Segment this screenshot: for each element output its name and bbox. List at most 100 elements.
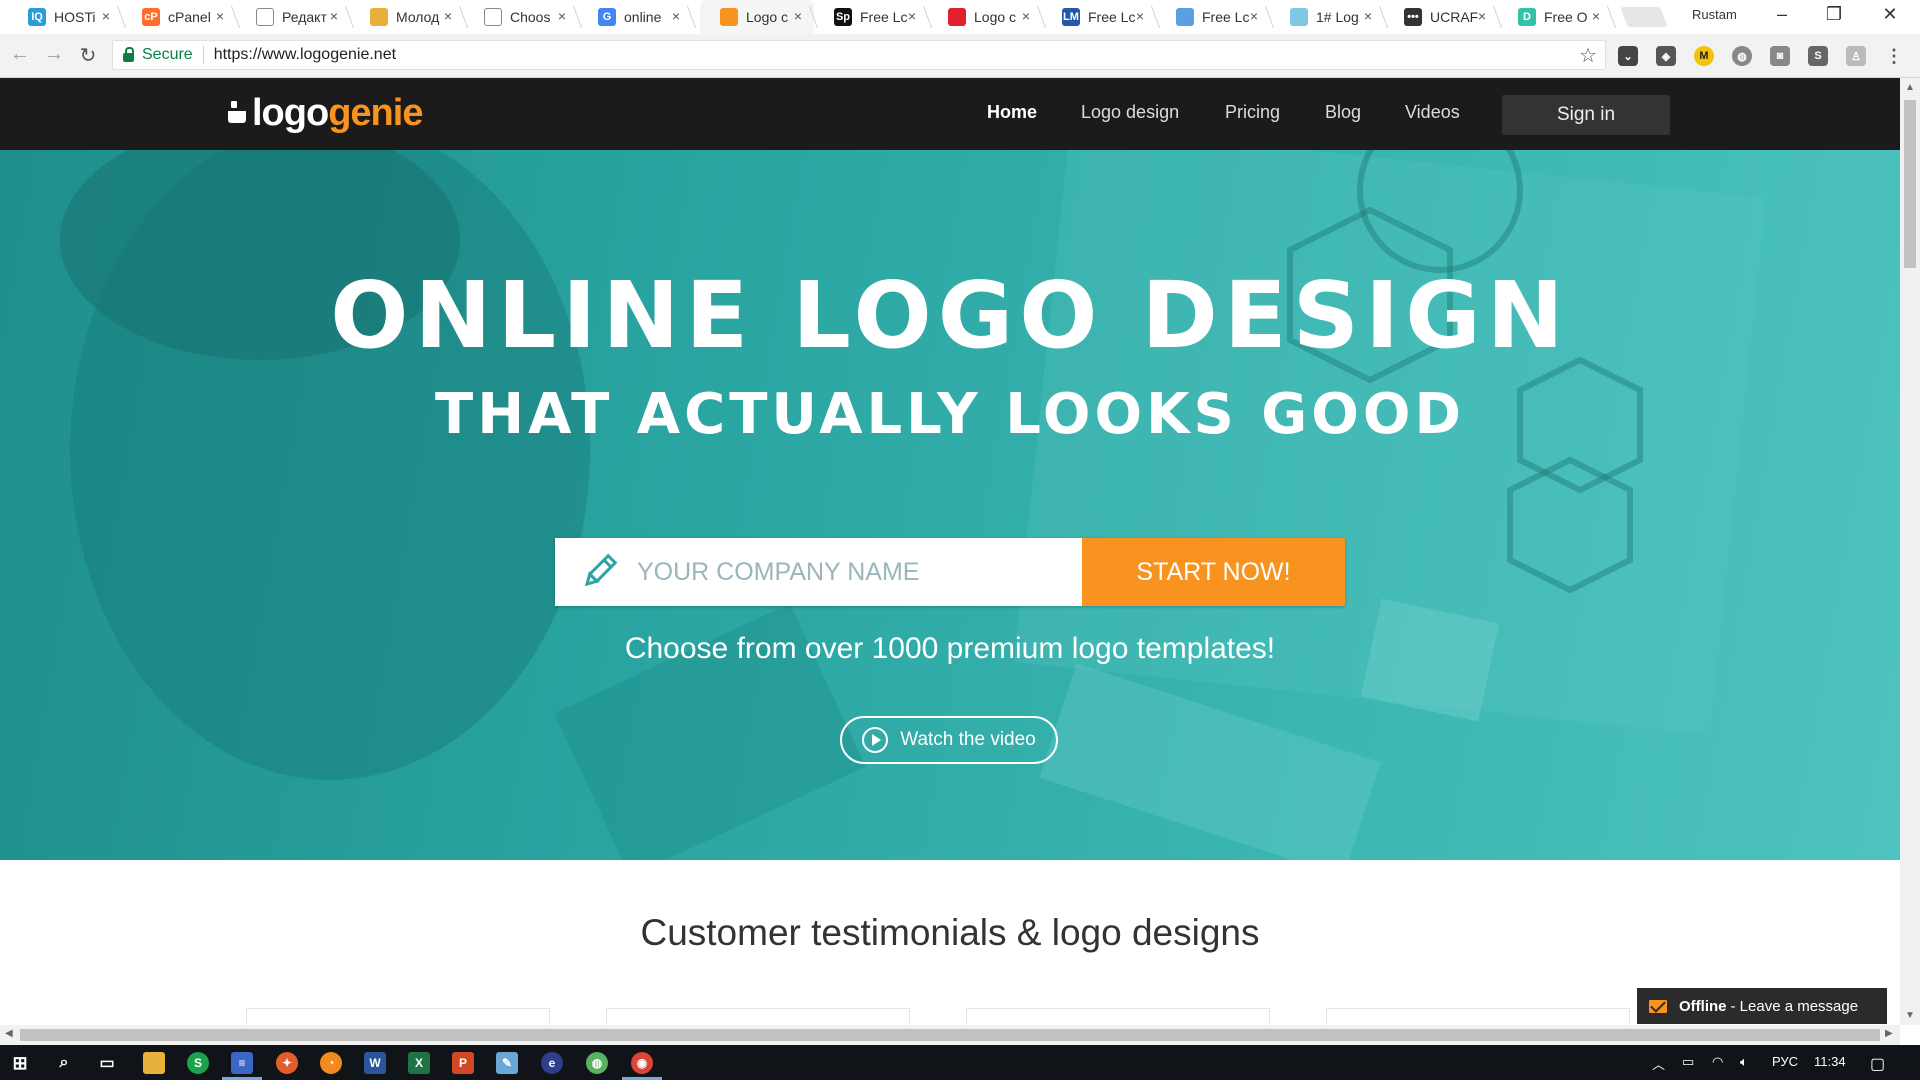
testimonial-card[interactable] <box>246 1008 550 1025</box>
task-view-icon[interactable]: ▭ <box>96 1052 118 1074</box>
tab-favicon-icon <box>484 8 502 26</box>
scroll-right-arrow-icon[interactable]: ▶ <box>1885 1028 1893 1039</box>
clock[interactable]: 11:34 <box>1814 1054 1846 1069</box>
browser-tab[interactable]: Gonline × <box>578 0 697 34</box>
notepad-app-icon[interactable]: ≡ <box>231 1052 253 1074</box>
battery-icon[interactable]: ▭ <box>1682 1054 1694 1070</box>
watch-video-button[interactable]: Watch the video <box>840 716 1058 764</box>
menu-kebab-icon[interactable]: ⋮ <box>1884 46 1904 66</box>
site-logo[interactable]: logo genie <box>228 92 423 135</box>
orange-app-icon[interactable]: ◔ <box>320 1052 342 1074</box>
pocket-extension-icon[interactable]: ⌄ <box>1618 46 1638 66</box>
browser-tab[interactable]: Редакт × <box>236 0 355 34</box>
volume-icon[interactable]: 🔈︎ <box>1740 1054 1748 1070</box>
e-app-icon[interactable]: e <box>541 1052 563 1074</box>
browser-tab[interactable]: 1# Log × <box>1270 0 1389 34</box>
company-name-form: START NOW! <box>555 538 1345 606</box>
offline-chat-widget[interactable]: Offline - Leave a message <box>1637 988 1887 1024</box>
bookmark-star-icon[interactable]: ☆ <box>1579 43 1597 68</box>
play-icon <box>862 727 889 753</box>
minimize-button[interactable]: – <box>1770 4 1794 25</box>
forward-button[interactable]: → <box>42 43 66 66</box>
testimonial-card[interactable] <box>606 1008 910 1025</box>
nav-logo-design[interactable]: Logo design <box>1081 102 1179 123</box>
tray-chevron-icon[interactable]: ︿ <box>1652 1054 1665 1073</box>
browser-tab[interactable]: ••• UCRAF × <box>1384 0 1503 34</box>
tab-close-icon[interactable]: × <box>444 8 452 24</box>
tab-close-icon[interactable]: × <box>794 8 802 24</box>
tab-close-icon[interactable]: × <box>330 8 338 24</box>
notes-app-icon[interactable]: ✎ <box>496 1052 518 1074</box>
globe-extension-icon[interactable]: ◍ <box>1732 46 1752 66</box>
m-extension-icon[interactable]: M <box>1694 46 1714 66</box>
scroll-left-arrow-icon[interactable]: ◀ <box>5 1028 13 1039</box>
excel-icon[interactable]: X <box>408 1052 430 1074</box>
tab-close-icon[interactable]: × <box>1136 8 1144 24</box>
tab-close-icon[interactable]: × <box>558 8 566 24</box>
tab-close-icon[interactable]: × <box>1592 8 1600 24</box>
browser-tab[interactable]: IQ HOSTi × <box>8 0 127 34</box>
address-bar[interactable]: Secure https://www.logogenie.net ☆ <box>112 40 1606 70</box>
tab-close-icon[interactable]: × <box>1364 8 1372 24</box>
sign-in-button[interactable]: Sign in <box>1502 95 1670 135</box>
reload-button[interactable]: ↻ <box>76 43 100 68</box>
camera-extension-icon[interactable]: ◙ <box>1770 46 1790 66</box>
tab-favicon-icon: Sp <box>834 8 852 26</box>
scroll-up-arrow-icon[interactable]: ▲ <box>1905 82 1915 93</box>
new-tab-button[interactable] <box>1620 7 1668 27</box>
shield-extension-icon[interactable]: ◈ <box>1656 46 1676 66</box>
globe-app-icon[interactable]: ◍ <box>586 1052 608 1074</box>
browser-tab[interactable]: Молод × <box>350 0 469 34</box>
tab-separator <box>1606 6 1617 28</box>
tab-close-icon[interactable]: × <box>1022 8 1030 24</box>
powerpoint-icon[interactable]: P <box>452 1052 474 1074</box>
browser-tab[interactable]: Free Lc × <box>1156 0 1275 34</box>
file-explorer-icon[interactable] <box>143 1052 165 1074</box>
vertical-scroll-thumb[interactable] <box>1904 100 1916 268</box>
browser-tab[interactable]: cP cPanel × <box>122 0 241 34</box>
horizontal-scrollbar[interactable]: ◀ ▶ <box>0 1025 1900 1045</box>
tab-close-icon[interactable]: × <box>1250 8 1258 24</box>
notification-center-icon[interactable]: ▢ <box>1870 1054 1885 1074</box>
tab-favicon-icon: ••• <box>1404 8 1422 26</box>
scroll-down-arrow-icon[interactable]: ▼ <box>1905 1010 1915 1021</box>
testimonial-card[interactable] <box>1326 1008 1630 1025</box>
nav-blog[interactable]: Blog <box>1325 102 1361 123</box>
start-now-button[interactable]: START NOW! <box>1082 538 1345 606</box>
s-extension-icon[interactable]: S <box>1808 46 1828 66</box>
windows-start-icon[interactable]: ⊞ <box>9 1052 31 1074</box>
nav-videos[interactable]: Videos <box>1405 102 1460 123</box>
company-name-input[interactable] <box>637 557 1037 587</box>
tab-close-icon[interactable]: × <box>672 8 680 24</box>
tab-close-icon[interactable]: × <box>908 8 916 24</box>
browser-tab[interactable]: D Free O × <box>1498 0 1617 34</box>
tab-close-icon[interactable]: × <box>216 8 224 24</box>
browser-tab[interactable]: Sp Free Lc × <box>814 0 933 34</box>
restore-button[interactable]: ❐ <box>1822 4 1846 25</box>
s-app-icon[interactable]: S <box>187 1052 209 1074</box>
horizontal-scroll-thumb[interactable] <box>20 1029 1880 1041</box>
pinwheel-app-icon[interactable]: ✦ <box>276 1052 298 1074</box>
browser-tab[interactable]: Logo c × <box>928 0 1047 34</box>
tab-close-icon[interactable]: × <box>102 8 110 24</box>
profile-name[interactable]: Rustam <box>1692 7 1737 22</box>
browser-tab[interactable]: Choos × <box>464 0 583 34</box>
language-indicator[interactable]: РУС <box>1772 1054 1798 1069</box>
back-button[interactable]: ← <box>8 43 32 66</box>
chrome-icon[interactable]: ◉ <box>631 1052 653 1074</box>
browser-tab[interactable]: Logo c × <box>700 0 819 34</box>
company-name-field[interactable] <box>555 538 1082 606</box>
url-text[interactable]: https://www.logogenie.net <box>214 46 396 64</box>
nav-pricing[interactable]: Pricing <box>1225 102 1280 123</box>
tab-close-icon[interactable]: × <box>1478 8 1486 24</box>
windows-taskbar: ⊞ ⌕ ▭ S ≡ ✦ ◔ W X P ✎ e ◍ ◉ ︿ ▭ ◠ 🔈︎ РУС… <box>0 1045 1920 1080</box>
person-extension-icon[interactable]: ♙ <box>1846 46 1866 66</box>
wifi-icon[interactable]: ◠ <box>1712 1054 1723 1070</box>
word-icon[interactable]: W <box>364 1052 386 1074</box>
close-window-button[interactable]: ✕ <box>1878 4 1902 25</box>
vertical-scrollbar[interactable]: ▲ ▼ <box>1900 78 1920 1025</box>
testimonial-card[interactable] <box>966 1008 1270 1025</box>
search-icon[interactable]: ⌕ <box>53 1052 75 1074</box>
nav-home[interactable]: Home <box>987 102 1037 123</box>
browser-tab[interactable]: LM Free Lc × <box>1042 0 1161 34</box>
